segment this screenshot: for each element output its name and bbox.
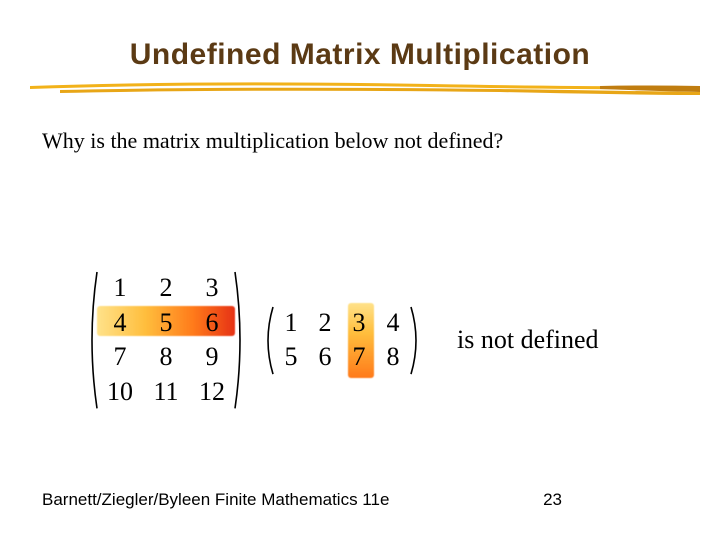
left-paren-icon bbox=[85, 270, 99, 410]
matrix-cell: 8 bbox=[383, 343, 403, 372]
matrix-cell: 11 bbox=[151, 378, 181, 407]
question-text: Why is the matrix multiplication below n… bbox=[0, 100, 720, 154]
right-paren-icon bbox=[409, 305, 423, 376]
title-underline bbox=[0, 78, 720, 100]
matrix-cell: 7 bbox=[105, 343, 135, 372]
matrix-cell: 2 bbox=[151, 274, 181, 303]
matrix-b: 1234 5678 bbox=[261, 305, 423, 376]
matrix-cell: 4 bbox=[383, 309, 403, 338]
matrix-cell: 8 bbox=[151, 343, 181, 372]
matrix-cell: 10 bbox=[105, 378, 135, 407]
matrix-equation: 123456789101112 12345678 is not defined bbox=[85, 270, 645, 410]
footer-text: Barnett/Ziegler/Byleen Finite Mathematic… bbox=[42, 490, 389, 509]
matrix-cell: 5 bbox=[281, 343, 301, 372]
left-paren-icon bbox=[261, 305, 275, 376]
page-number: 23 bbox=[543, 490, 562, 510]
matrix-a: 123456789101112 bbox=[85, 270, 247, 410]
footer: Barnett/Ziegler/Byleen Finite Mathematic… bbox=[42, 490, 682, 510]
matrix-cell: 5 bbox=[151, 309, 181, 338]
matrix-cell: 12 bbox=[197, 378, 227, 407]
matrix-cell: 9 bbox=[197, 343, 227, 372]
right-paren-icon bbox=[233, 270, 247, 410]
matrix-cell: 7 bbox=[349, 343, 369, 372]
matrix-cell: 2 bbox=[315, 309, 335, 338]
matrix-cell: 6 bbox=[197, 309, 227, 338]
matrix-cell: 3 bbox=[197, 274, 227, 303]
slide-title: Undefined Matrix Multiplication bbox=[0, 0, 720, 72]
matrix-cell: 3 bbox=[349, 309, 369, 338]
matrix-cell: 1 bbox=[105, 274, 135, 303]
not-defined-label: is not defined bbox=[457, 325, 599, 355]
matrix-cell: 1 bbox=[281, 309, 301, 338]
matrix-cell: 4 bbox=[105, 309, 135, 338]
matrix-cell: 6 bbox=[315, 343, 335, 372]
